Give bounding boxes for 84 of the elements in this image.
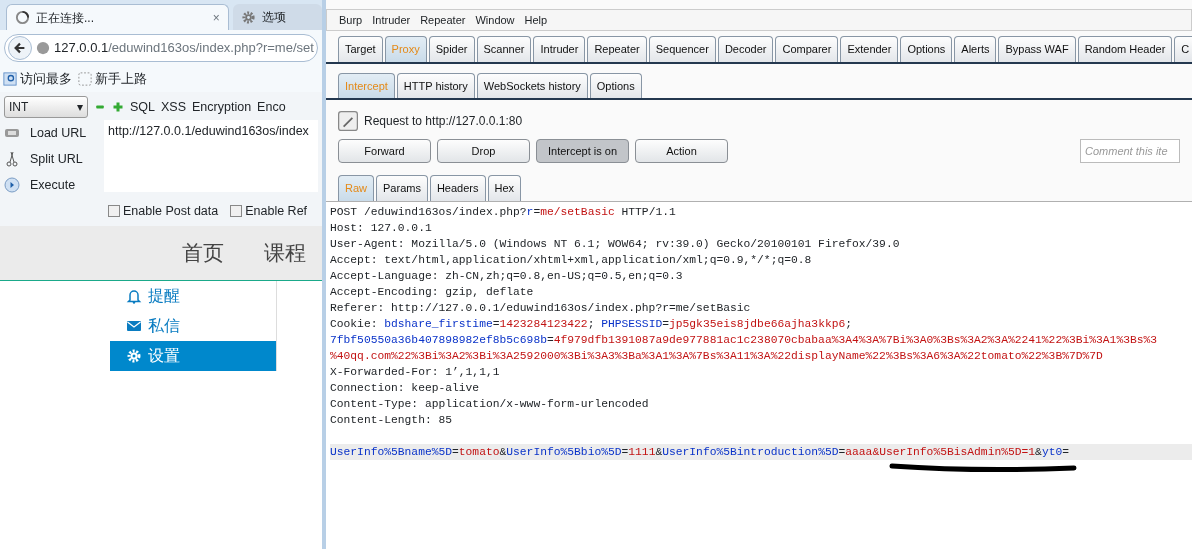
bookmark[interactable]: 访问最多 xyxy=(3,69,72,89)
back-arrow-icon xyxy=(13,41,27,55)
request-line: Host: 127.0.0.1 xyxy=(330,220,433,236)
nav-link[interactable]: 首页 xyxy=(182,237,224,269)
menu-item[interactable]: Intruder xyxy=(372,11,411,29)
menu-item[interactable]: SQL xyxy=(130,97,155,117)
bell-icon xyxy=(126,288,142,304)
browser-tab[interactable]: 选项 xyxy=(232,4,322,30)
address-text: 127.0.0.1/eduwind163os/index.php?r=me/set xyxy=(54,39,314,58)
play-icon xyxy=(4,177,20,193)
browser-tab[interactable]: 正在连接... × xyxy=(6,4,229,30)
mail-icon xyxy=(126,318,142,334)
bookmark[interactable]: 新手上路 xyxy=(78,69,147,89)
menu-item[interactable]: 设置 xyxy=(110,341,276,371)
request-line: User-Agent: Mozilla/5.0 (Windows NT 6.1; WOW64; rv:39.0) Gecko/20100101 Firefox/39.0 xyxy=(330,236,901,252)
select-field[interactable]: INT ▾ xyxy=(4,96,88,118)
menu-item[interactable]: Window xyxy=(475,11,515,29)
menu-item[interactable]: 提醒 xyxy=(110,281,276,311)
tab[interactable]: Target xyxy=(338,36,383,62)
toolbar-button[interactable]: Forward xyxy=(338,139,431,163)
back-button[interactable] xyxy=(8,36,32,60)
pencil-icon[interactable] xyxy=(338,111,358,131)
tab[interactable]: Hex xyxy=(487,175,522,201)
request-line: Referer: http://127.0.0.1/eduwind163os/index.php?r=me/setBasic xyxy=(330,300,752,316)
tab[interactable]: WebSockets history xyxy=(476,72,588,98)
globe-icon xyxy=(36,41,50,55)
checkbox-label: Enable Ref xyxy=(245,202,308,220)
hackbar-command[interactable]: Execute xyxy=(30,175,76,195)
tab[interactable]: Alerts xyxy=(954,36,997,62)
toolbar-button[interactable]: Intercept is on xyxy=(536,139,629,163)
checkbox[interactable] xyxy=(230,205,243,217)
tab[interactable]: C xyxy=(1174,36,1192,62)
hackbar-command[interactable]: Split URL xyxy=(30,149,83,169)
request-line: Cookie: bdshare_firstime=1423284123422; PHPSESSID=jp5gk35eis8jdbe66ajha3kkp6; xyxy=(330,316,854,332)
tab[interactable]: Repeater xyxy=(587,36,647,62)
tab[interactable]: Scanner xyxy=(476,36,532,62)
url-field[interactable]: http://127.0.0.1/eduwind163os/index xyxy=(104,120,318,192)
close-icon[interactable]: × xyxy=(212,8,220,27)
gear-icon xyxy=(240,9,256,25)
comment-field[interactable]: Comment this ite xyxy=(1080,139,1180,163)
nav-link[interactable]: 课程 xyxy=(264,237,306,269)
request-line: Content-Length: 85 xyxy=(330,412,454,428)
request-line: Accept-Language: zh-CN,zh;q=0.8,en-US;q=0.5,en;q=0.3 xyxy=(330,268,684,284)
menu-item[interactable]: Enco xyxy=(257,97,286,117)
request-line: X-Forwarded-For: 1’,1,1,1 xyxy=(330,364,501,380)
tab[interactable]: Comparer xyxy=(775,36,839,62)
tab[interactable]: Bypass WAF xyxy=(998,36,1076,62)
tab[interactable]: Spider xyxy=(428,36,475,62)
plus-icon[interactable] xyxy=(112,101,124,113)
menu-item[interactable]: Encryption xyxy=(192,97,252,117)
request-line: POST /eduwind163os/index.php?r=me/setBasic HTTP/1.1 xyxy=(330,204,677,220)
request-label: Request to http://127.0.0.1:80 xyxy=(364,113,523,130)
checkbox-label: Enable Post data xyxy=(123,202,219,220)
request-line: Accept-Encoding: gzip, deflate xyxy=(330,284,535,300)
request-line: %40qq.com%22%3Bi%3A2%3Bi%3A2592000%3Bi%3A3%3Ba%3A1%3A%7Bs%3A11%3A%22displayName%22%3Bs%3A6%3A%22tomato%22%3B%7D%7D xyxy=(330,348,1104,364)
request-line: 7fbf50550a36b407898982ef8b5c698b=4f979dfb1391087a9de977881ac1c238070cbabaa%3A4%3A%7Bi%3A0%3Bs%3A2%3A%2241%22%3Bi%3A1%3Bs%3 xyxy=(330,332,1159,348)
tab[interactable]: Options xyxy=(900,36,953,62)
menu-item[interactable]: XSS xyxy=(161,97,187,117)
address-bar[interactable]: 127.0.0.1/eduwind163os/index.php?r=me/set xyxy=(4,34,318,62)
menu-item[interactable]: Repeater xyxy=(420,11,466,29)
tab[interactable]: Decoder xyxy=(717,36,774,62)
menu-item[interactable]: Help xyxy=(524,11,548,29)
gear-icon xyxy=(126,348,142,364)
scissors-icon xyxy=(4,151,20,167)
hackbar-command[interactable]: Load URL xyxy=(30,123,87,143)
tab[interactable]: Intruder xyxy=(533,36,586,62)
request-line: Accept: text/html,application/xhtml+xml,application/xml;q=0.9,*/*;q=0.8 xyxy=(330,252,813,268)
search-icon xyxy=(3,72,17,86)
tab[interactable]: HTTP history xyxy=(396,72,475,98)
request-line: Content-Type: application/x-www-form-urlencoded xyxy=(330,396,650,412)
tab[interactable]: Headers xyxy=(429,175,486,201)
loading-icon xyxy=(15,10,30,25)
tab[interactable]: Extender xyxy=(840,36,899,62)
toolbar-button[interactable]: Drop xyxy=(437,139,530,163)
toolbar-button[interactable]: Action xyxy=(635,139,728,163)
request-line: Connection: keep-alive xyxy=(330,380,481,396)
tab[interactable]: Random Header xyxy=(1077,36,1173,62)
menu-item[interactable]: Burp xyxy=(339,11,363,29)
menu-item[interactable]: 私信 xyxy=(110,311,276,341)
caret-icon: ▾ xyxy=(76,98,83,116)
checkbox[interactable] xyxy=(108,205,120,217)
tab[interactable]: Sequencer xyxy=(648,36,716,62)
tab[interactable]: Options xyxy=(589,72,642,98)
tab[interactable]: Params xyxy=(376,175,428,201)
